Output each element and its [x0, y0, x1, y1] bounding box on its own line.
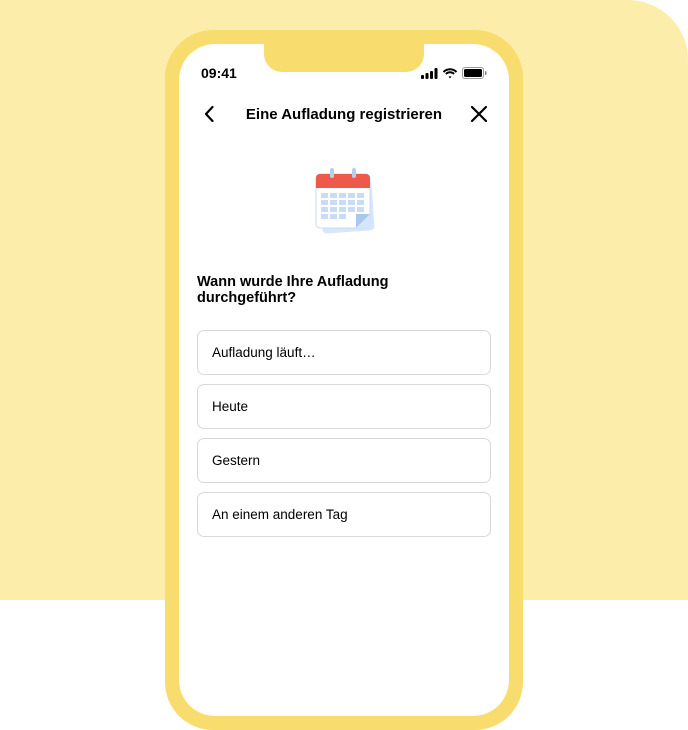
battery-icon — [462, 67, 487, 79]
status-time: 09:41 — [201, 65, 237, 81]
option-another-day[interactable]: An einem anderen Tag — [197, 492, 491, 537]
cellular-signal-icon — [421, 68, 438, 79]
phone-screen: 09:41 Eine Aufladung regi — [179, 44, 509, 716]
status-indicators — [421, 67, 487, 79]
option-list: Aufladung läuft… Heute Gestern An einem … — [197, 330, 491, 537]
option-today[interactable]: Heute — [197, 384, 491, 429]
close-icon — [471, 106, 487, 122]
calendar-icon — [302, 160, 386, 244]
phone-notch — [264, 44, 424, 72]
phone-frame: 09:41 Eine Aufladung regi — [165, 30, 523, 730]
question-heading: Wann wurde Ihre Aufladung durchgeführt? — [197, 274, 491, 306]
page-title: Eine Aufladung registrieren — [246, 106, 442, 123]
option-yesterday[interactable]: Gestern — [197, 438, 491, 483]
background-panel: 09:41 Eine Aufladung regi — [0, 0, 688, 600]
navigation-bar: Eine Aufladung registrieren — [179, 88, 509, 140]
option-charging-running[interactable]: Aufladung läuft… — [197, 330, 491, 375]
wifi-icon — [442, 68, 458, 79]
content-area: Wann wurde Ihre Aufladung durchgeführt? … — [179, 140, 509, 547]
close-button[interactable] — [467, 102, 491, 126]
back-button[interactable] — [197, 102, 221, 126]
chevron-left-icon — [204, 106, 214, 122]
calendar-illustration — [197, 160, 491, 244]
